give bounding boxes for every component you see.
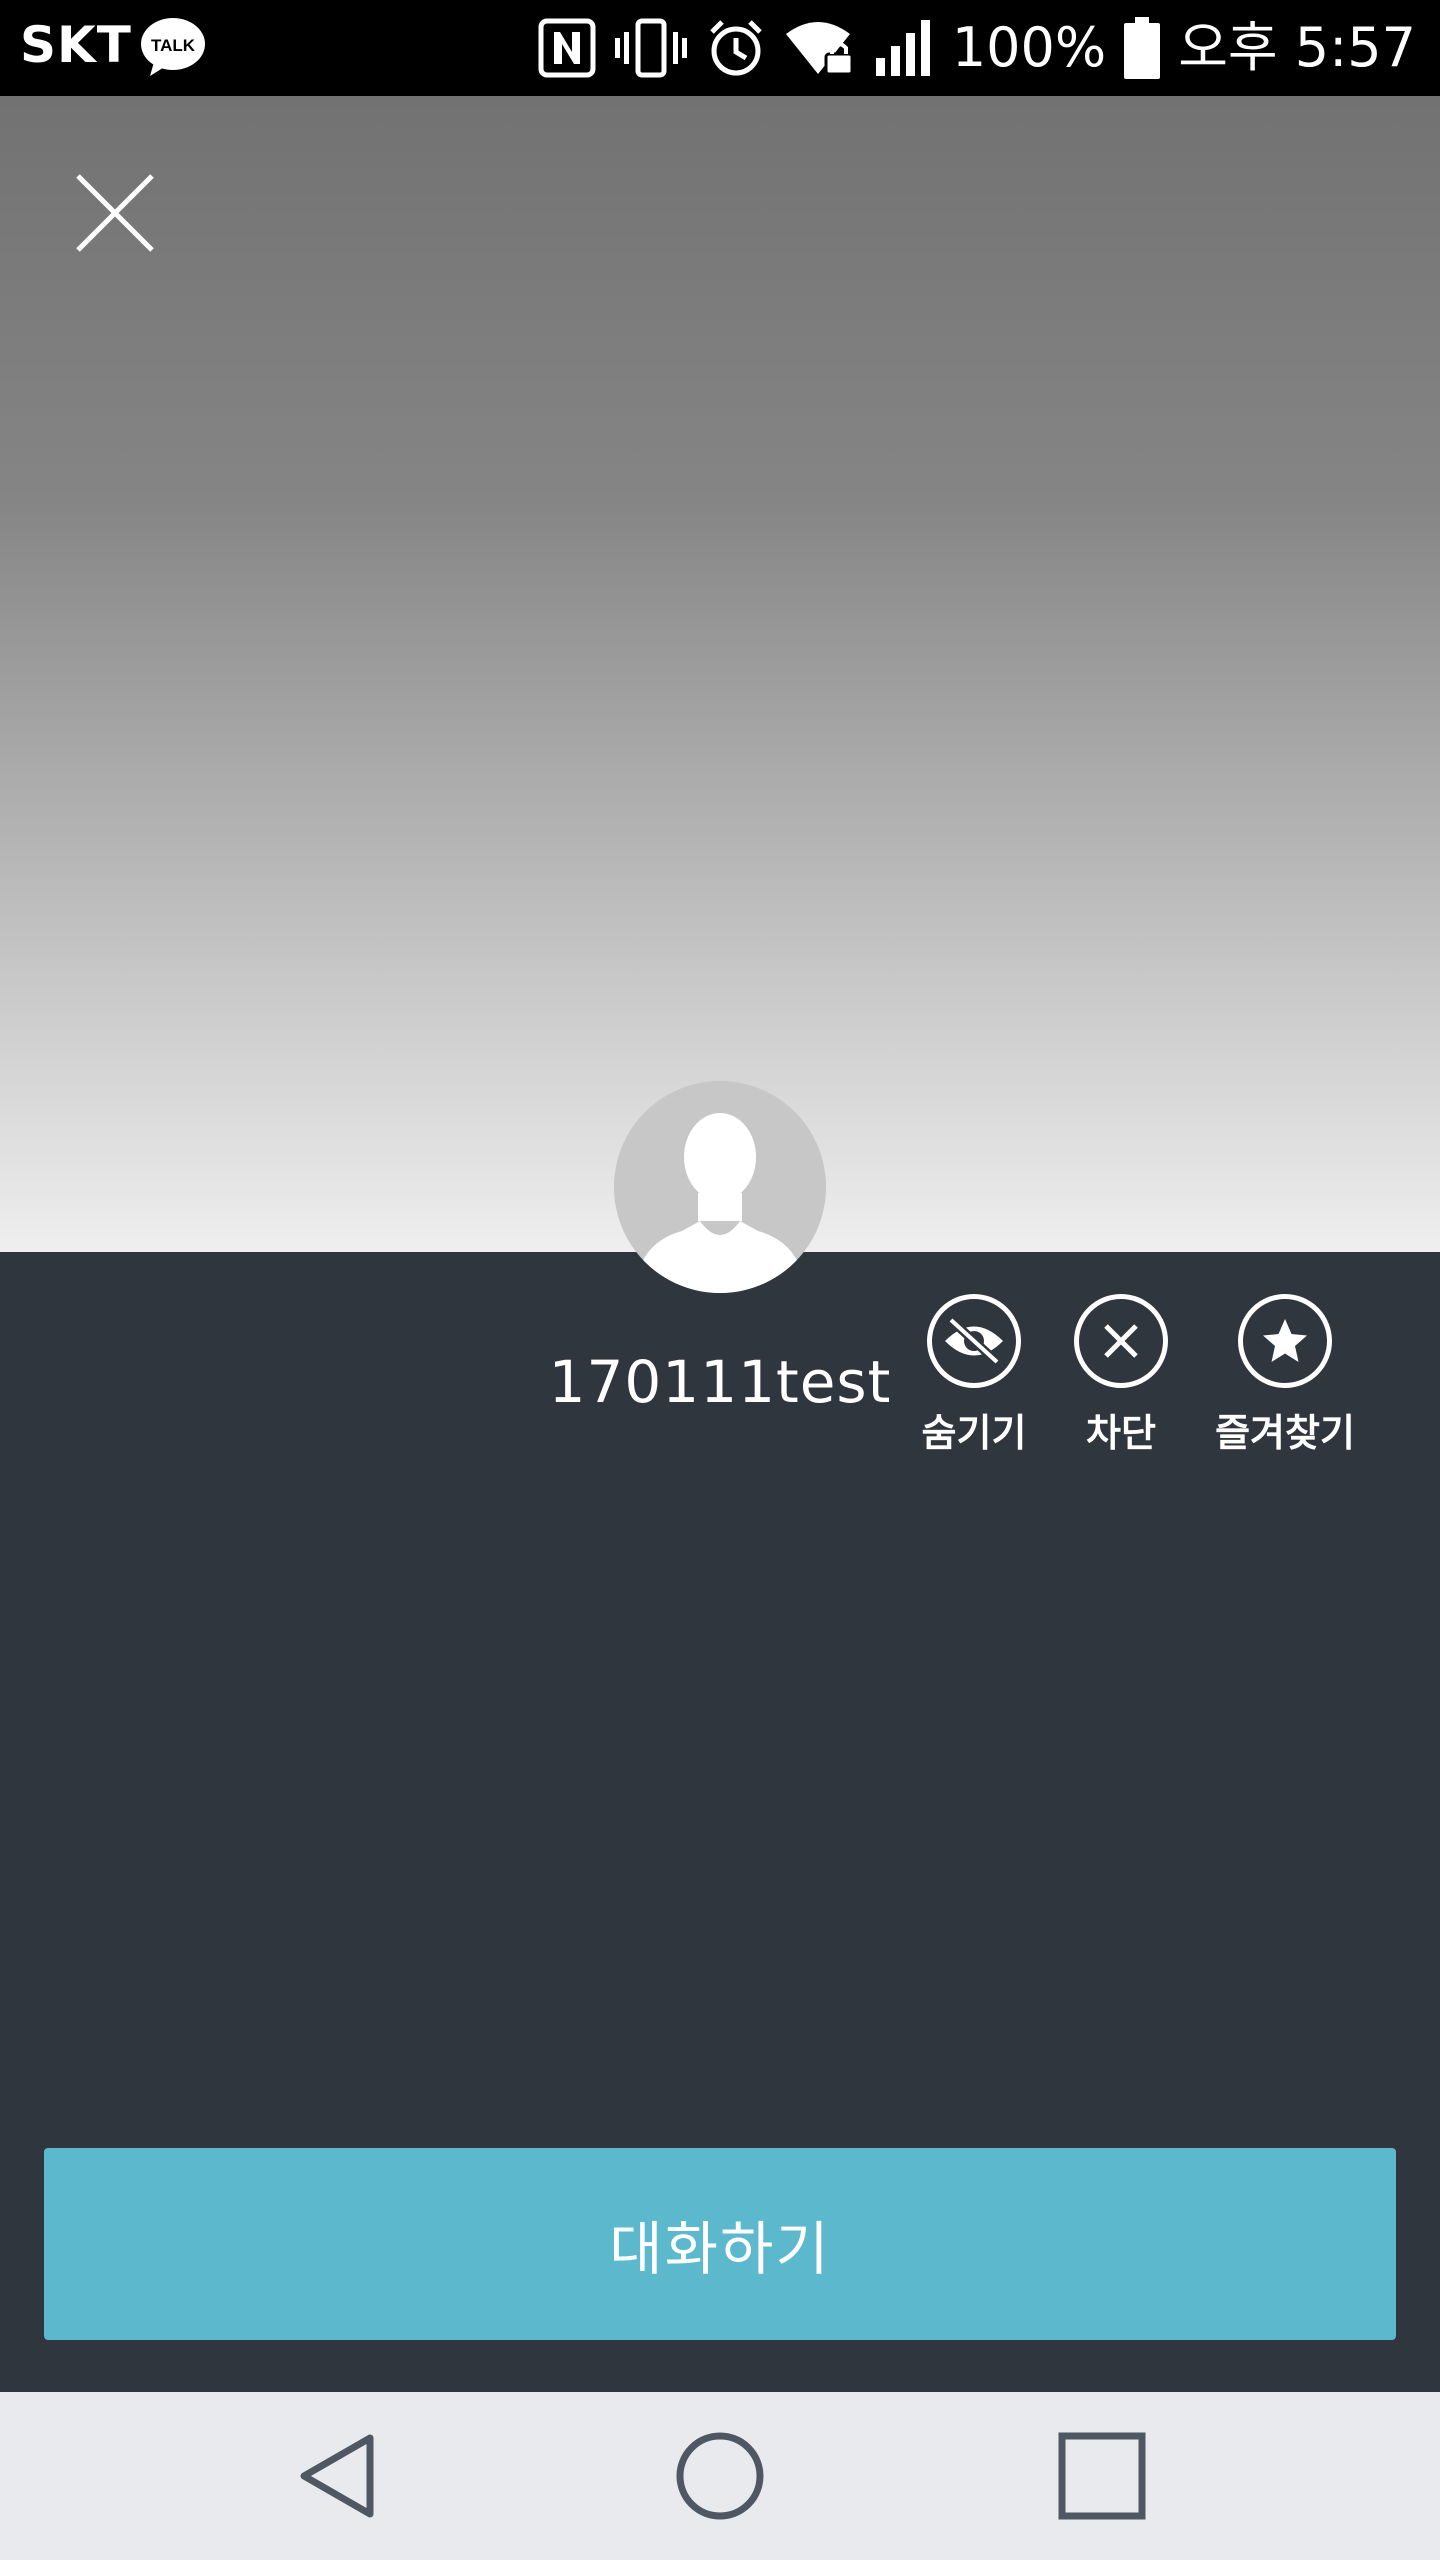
chat-button[interactable]: 대화하기: [44, 2148, 1396, 2340]
nfc-icon: [538, 18, 596, 78]
clock: 오후 5:57: [1178, 16, 1416, 79]
alarm-icon: [706, 18, 766, 78]
navigation-bar: [0, 2392, 1440, 2560]
profile-name: 170111test: [548, 1348, 892, 1416]
talk-badge-text: TALK: [151, 36, 196, 55]
vibrate-icon: [614, 18, 688, 78]
profile-background: [0, 96, 1440, 1252]
wifi-lock-icon: [784, 18, 856, 78]
close-button[interactable]: [70, 168, 160, 258]
recents-button[interactable]: [1052, 2426, 1152, 2526]
close-icon: [76, 174, 154, 252]
block-button[interactable]: 차단: [1046, 1294, 1196, 1457]
hide-icon: [927, 1294, 1021, 1388]
signal-icon: [874, 18, 934, 78]
carrier-label: SKT: [20, 16, 132, 74]
hide-button[interactable]: 숨기기: [899, 1294, 1049, 1457]
block-label: 차단: [1086, 1411, 1156, 1455]
back-button[interactable]: [290, 2426, 390, 2526]
kakaotalk-icon: TALK: [140, 16, 206, 82]
recents-square-icon: [1058, 2432, 1146, 2520]
status-bar: SKT TALK 100% 오후 5:57: [0, 0, 1440, 96]
battery-percent: 100%: [951, 16, 1107, 79]
favorite-button[interactable]: 즐겨찾기: [1210, 1294, 1360, 1457]
favorite-label: 즐겨찾기: [1215, 1411, 1355, 1455]
avatar[interactable]: [614, 1081, 826, 1293]
back-triangle-icon: [300, 2434, 374, 2518]
home-circle-icon: [676, 2432, 764, 2520]
chat-button-label: 대화하기: [609, 2215, 831, 2283]
default-profile-icon: [614, 1081, 826, 1293]
hide-label: 숨기기: [921, 1411, 1027, 1455]
block-icon: [1074, 1294, 1168, 1388]
battery-icon: [1124, 17, 1161, 79]
home-button[interactable]: [670, 2426, 770, 2526]
star-icon: [1238, 1294, 1332, 1388]
